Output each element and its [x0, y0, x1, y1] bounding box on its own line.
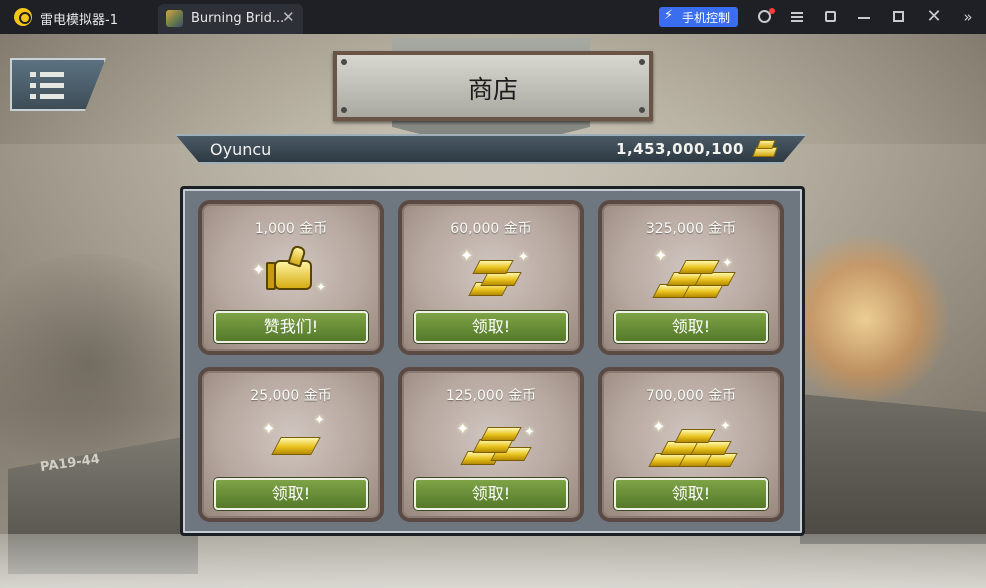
like-us-button[interactable]: 赞我们!: [214, 311, 368, 343]
user-account-icon[interactable]: [755, 8, 775, 26]
claim-button[interactable]: 领取!: [414, 478, 568, 510]
close-window-icon[interactable]: ✕: [925, 8, 943, 26]
expand-sidebar-icon[interactable]: »: [959, 8, 977, 26]
notification-dot: [769, 8, 775, 14]
shop-card-1000: 1,000 金币 ✦ ✦ 赞我们!: [198, 200, 384, 355]
lightning-icon: ⚡: [664, 8, 674, 23]
shop-card-60000: 60,000 金币 ✦ ✦ 领取!: [398, 200, 584, 355]
claim-button[interactable]: 领取!: [414, 311, 568, 343]
player-name: Oyuncu: [210, 140, 272, 159]
phone-control-label: 手机控制: [682, 11, 731, 25]
gold-bar-icon: ✦ ✦: [246, 413, 336, 475]
claim-button[interactable]: 领取!: [614, 311, 768, 343]
claim-button[interactable]: 领取!: [614, 478, 768, 510]
coin-amount: 125,000 金币: [445, 388, 537, 404]
hamburger-menu-icon[interactable]: [788, 8, 806, 26]
claim-button[interactable]: 领取!: [214, 478, 368, 510]
gold-bars-icon: ✦ ✦: [646, 246, 736, 308]
landing-craft-right: [800, 394, 986, 544]
shop-card-325000: 325,000 金币 ✦ ✦ 领取!: [598, 200, 784, 355]
window-mode-icon[interactable]: [822, 8, 840, 26]
gold-bars-pile-icon: ✦ ✦: [646, 413, 738, 475]
emulator-logo-icon: [14, 8, 32, 26]
page-title: 商店: [467, 75, 518, 104]
shop-title-plate: 商店: [333, 51, 653, 121]
tab-title: Burning Brid...: [191, 11, 285, 26]
tab-close-icon[interactable]: ✕: [282, 8, 295, 26]
gold-bars-icon: ✦ ✦: [446, 246, 536, 308]
maximize-icon[interactable]: [890, 8, 908, 26]
shop-card-25000: 25,000 金币 ✦ ✦ 领取!: [198, 367, 384, 522]
phone-control-button[interactable]: ⚡ 手机控制: [659, 7, 738, 27]
emulator-titlebar: 雷电模拟器-1 Burning Brid... ✕ ⚡ 手机控制 ✕ »: [0, 0, 986, 34]
coin-amount: 60,000 金币: [450, 221, 532, 237]
explosion-background: [780, 234, 950, 404]
gold-bars-icon: [752, 138, 778, 160]
shop-card-125000: 125,000 金币 ✦ ✦ 领取!: [398, 367, 584, 522]
tab-burning-bridges[interactable]: Burning Brid... ✕: [158, 4, 303, 34]
game-icon: [166, 10, 183, 27]
game-viewport: PA19-44 商店 Oyuncu 1,453,000,100 1,000 金币…: [0, 34, 986, 588]
shop-card-700000: 700,000 金币 ✦ ✦ 领取!: [598, 367, 784, 522]
minimize-icon[interactable]: [855, 8, 873, 26]
app-name: 雷电模拟器-1: [40, 13, 118, 28]
coin-amount: 700,000 金币: [645, 388, 737, 404]
thumbs-up-icon: ✦ ✦: [246, 244, 336, 308]
gold-bars-icon: ✦ ✦: [446, 413, 536, 475]
game-menu-button[interactable]: [10, 58, 106, 111]
coin-amount: 25,000 金币: [250, 388, 332, 404]
player-coin-balance: 1,453,000,100: [616, 140, 744, 158]
coin-amount: 325,000 金币: [645, 221, 737, 237]
coin-amount: 1,000 金币: [254, 221, 328, 237]
list-icon: [30, 72, 64, 100]
